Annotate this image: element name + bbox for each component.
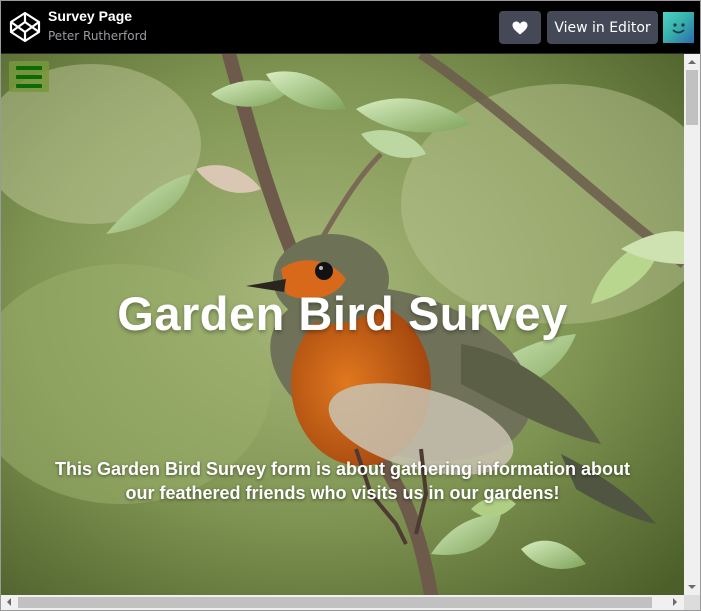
view-in-editor-button[interactable]: View in Editor (547, 11, 658, 44)
page-title: Garden Bird Survey (117, 287, 568, 340)
page-description: This Garden Bird Survey form is about ga… (54, 459, 631, 503)
pen-title[interactable]: Survey Page (48, 8, 132, 24)
hamburger-bar (16, 83, 42, 88)
horizontal-scrollbar[interactable] (1, 595, 684, 610)
browser-frame: Survey Page Peter Rutherford View in Edi… (0, 0, 701, 611)
codepen-logo-icon[interactable] (9, 11, 41, 43)
top-bar: Survey Page Peter Rutherford View in Edi… (1, 1, 700, 54)
scrollbar-corner (684, 595, 700, 610)
heart-button[interactable] (499, 11, 541, 44)
scroll-down-arrow-icon[interactable] (685, 580, 699, 594)
smiley-icon (672, 23, 685, 34)
pen-author[interactable]: Peter Rutherford (48, 29, 147, 43)
preview-viewport: Garden Bird Survey This Garden Bird Surv… (1, 54, 684, 595)
hamburger-bar (16, 65, 42, 70)
scroll-right-arrow-icon[interactable] (668, 595, 682, 609)
heart-icon (512, 21, 528, 34)
vertical-scroll-thumb[interactable] (686, 70, 698, 125)
scroll-up-arrow-icon[interactable] (685, 55, 699, 69)
hamburger-bar (16, 74, 42, 79)
avatar[interactable] (663, 12, 694, 43)
hamburger-menu-icon[interactable] (9, 61, 49, 92)
scroll-left-arrow-icon[interactable] (2, 595, 16, 609)
horizontal-scroll-thumb[interactable] (18, 597, 652, 608)
vertical-scrollbar[interactable] (684, 54, 700, 595)
